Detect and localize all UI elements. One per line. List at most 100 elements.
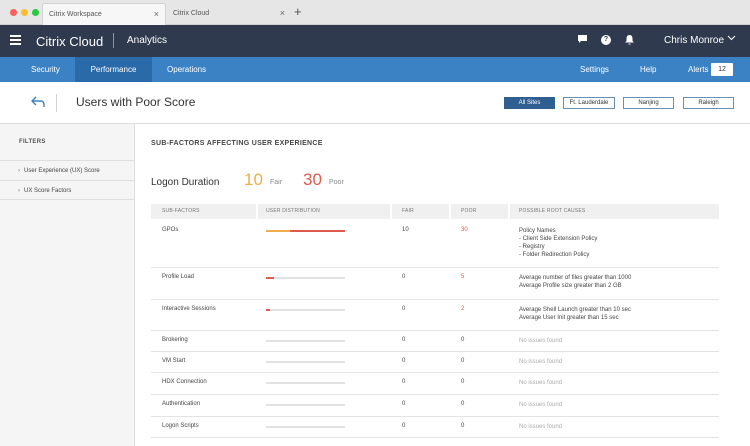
window-zoom-dot[interactable] <box>32 9 39 16</box>
window-close-dot[interactable] <box>10 9 17 16</box>
table-row[interactable]: Interactive Sessions 0 2 Average Shell Laun… <box>151 300 719 331</box>
brand-name[interactable]: Citrix Cloud <box>36 34 103 49</box>
filters-header: FILTERS <box>19 139 46 145</box>
fair-segment <box>266 230 290 232</box>
root-causes: Policy Names - Client Side Extension Poli… <box>519 227 597 259</box>
table-row[interactable]: VM Start 0 0 No issues found <box>151 352 719 373</box>
table-row[interactable]: Authentication 0 0 No issues found <box>151 395 719 417</box>
poor-value: 2 <box>461 306 465 312</box>
fair-value: 0 <box>402 274 406 280</box>
fair-value: 0 <box>402 423 406 429</box>
filters-sidebar: FILTERS › User Experience (UX) Score › UX … <box>0 124 135 446</box>
root-cause-line: No issues found <box>519 402 563 408</box>
section-header: SUB-FACTORS AFFECTING USER EXPERIENCE <box>151 140 323 147</box>
root-causes: Average Shell Launch greater than 10 sec… <box>519 306 631 322</box>
root-cause-line: Average number of files greater than 100… <box>519 275 632 281</box>
chevron-right-icon: › <box>18 188 20 194</box>
root-causes: No issues found <box>519 379 562 387</box>
root-cause-line: No issues found <box>519 338 563 344</box>
new-tab-button[interactable]: + <box>294 4 302 19</box>
main-content: SUB-FACTORS AFFECTING USER EXPERIENCE Lo… <box>136 124 750 446</box>
poor-count: 30 <box>303 170 322 189</box>
user-distribution-bar <box>266 426 345 428</box>
nav-tab-performance[interactable]: Performance <box>75 57 152 82</box>
poor-value: 0 <box>461 379 465 385</box>
table-header: SUB-FACTORS USER DISTRIBUTION FAIR POOR … <box>151 204 719 219</box>
app-section-title: Analytics <box>127 35 168 46</box>
filter-label: User Experience (UX) Score <box>24 168 100 174</box>
fair-value: 0 <box>402 337 406 343</box>
user-distribution-bar <box>266 382 345 384</box>
filter-label: UX Score Factors <box>24 188 72 194</box>
table-row[interactable]: GPOs 10 30 Policy Names - Client Side Extens… <box>151 221 719 268</box>
poor-value: 0 <box>461 337 465 343</box>
poor-segment <box>266 309 270 311</box>
browser-tab-citrix-cloud[interactable]: Citrix Cloud × <box>167 3 291 25</box>
site-filter-all-sites[interactable]: All Sites <box>504 97 555 109</box>
sub-factor-name: Interactive Sessions <box>162 306 216 312</box>
nav-tab-security[interactable]: Security <box>31 57 60 82</box>
page-title-bar: Users with Poor Score All Sites Ft. Laud… <box>0 82 750 124</box>
close-tab-icon[interactable]: × <box>280 8 285 18</box>
chevron-right-icon: › <box>18 168 20 174</box>
poor-segment <box>290 230 345 232</box>
chat-icon[interactable] <box>578 35 587 46</box>
alerts-count-badge[interactable]: 12 <box>711 63 733 76</box>
fair-value: 0 <box>402 358 406 364</box>
brand-divider <box>113 33 114 48</box>
root-cause-line: No issues found <box>519 424 563 430</box>
back-arrow-icon[interactable] <box>31 95 45 111</box>
table-row[interactable]: Logon Scripts 0 0 No issues found <box>151 417 719 438</box>
fair-value: 0 <box>402 306 406 312</box>
browser-tab-citrix-workspace[interactable]: Citrix Workspace × <box>42 3 166 25</box>
chevron-down-icon[interactable] <box>727 33 736 44</box>
root-cause-line: No issues found <box>519 380 563 386</box>
sub-factor-name: Profile Load <box>162 274 195 280</box>
root-cause-line: - Client Side Extension Policy <box>519 236 598 242</box>
poor-segment <box>266 277 274 279</box>
close-tab-icon[interactable]: × <box>154 9 159 19</box>
poor-value: 30 <box>461 227 468 233</box>
root-cause-line: Average User Init greater than 15 sec <box>519 315 619 321</box>
root-causes: No issues found <box>519 401 562 409</box>
nav-settings[interactable]: Settings <box>580 57 609 82</box>
root-cause-line: Average Profile size greater than 2 GB <box>519 283 622 289</box>
app-header: Citrix Cloud Analytics ? Chris Monroe <box>0 25 750 57</box>
filter-ux-score[interactable]: › User Experience (UX) Score <box>0 160 135 180</box>
poor-value: 0 <box>461 401 465 407</box>
table-row[interactable]: Profile Load 0 5 Average number of files gr… <box>151 268 719 300</box>
main-nav: Security Performance Operations Settings… <box>0 57 750 82</box>
title-divider <box>56 94 57 112</box>
user-menu[interactable]: Chris Monroe <box>664 35 724 46</box>
column-header-root-causes: POSSIBLE ROOT CAUSES <box>519 208 586 214</box>
site-filter-raleigh[interactable]: Raleigh <box>683 97 734 109</box>
sub-factor-name: Brokering <box>162 337 188 343</box>
fair-label: Fair <box>270 179 283 186</box>
table-row[interactable]: Brokering 0 0 No issues found <box>151 331 719 352</box>
nav-alerts[interactable]: Alerts <box>688 57 708 82</box>
user-distribution-bar <box>266 361 345 363</box>
nav-help[interactable]: Help <box>640 57 656 82</box>
sub-factor-name: Logon Scripts <box>162 423 199 429</box>
table-row[interactable]: HDX Connection 0 0 No issues found <box>151 373 719 395</box>
column-header-poor: POOR <box>461 208 477 214</box>
site-filter-nanjing[interactable]: Nanjing <box>623 97 674 109</box>
fair-value: 0 <box>402 379 406 385</box>
user-distribution-bar <box>266 230 345 232</box>
nav-tab-operations[interactable]: Operations <box>167 57 206 82</box>
root-cause-line: No issues found <box>519 359 563 365</box>
root-cause-line: Policy Names <box>519 228 556 234</box>
column-header-fair: FAIR <box>402 208 414 214</box>
user-distribution-bar <box>266 309 345 311</box>
window-minimize-dot[interactable] <box>21 9 28 16</box>
filter-ux-score-factors[interactable]: › UX Score Factors <box>0 180 135 200</box>
root-causes: No issues found <box>519 337 562 345</box>
site-filter-ft-lauderdale[interactable]: Ft. Lauderdale <box>563 97 615 109</box>
user-distribution-bar <box>266 277 345 279</box>
help-icon[interactable]: ? <box>601 35 611 45</box>
factor-title: Logon Duration <box>151 177 220 188</box>
bell-icon[interactable] <box>625 35 634 47</box>
hamburger-icon[interactable] <box>10 35 21 45</box>
sub-factor-name: HDX Connection <box>162 379 207 385</box>
sub-factor-name: Authentication <box>162 401 201 407</box>
